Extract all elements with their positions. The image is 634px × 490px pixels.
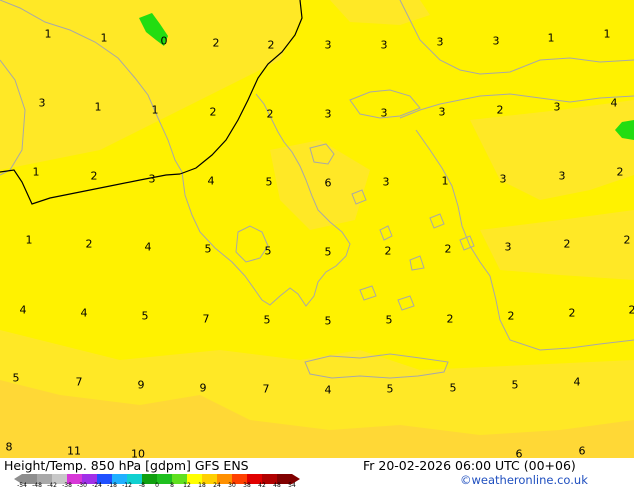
temperature-value: 2 (446, 312, 454, 326)
temperature-value: 3 (558, 169, 566, 183)
weather-map: 1102233331131122333234123456313321245552… (0, 0, 634, 458)
temperature-value: 2 (267, 38, 275, 52)
scale-tick-label: 18 (198, 482, 206, 489)
temperature-value: 3 (553, 100, 561, 114)
temperature-value: 1 (441, 174, 449, 188)
scale-tick-label: -42 (47, 482, 57, 489)
temperature-value: 5 (324, 245, 332, 259)
temperature-value: 4 (19, 303, 27, 317)
temperature-value: 7 (262, 382, 270, 396)
temperature-value: 1 (25, 233, 33, 247)
footer: Height/Temp. 850 hPa [gdpm] GFS ENS Fr 2… (0, 458, 634, 490)
temperature-value: 6 (324, 176, 332, 190)
temperature-value: 6 (578, 444, 586, 458)
temperature-value: 2 (444, 242, 452, 256)
temperature-value: 2 (209, 105, 217, 119)
temperature-value: 4 (573, 375, 581, 389)
temperature-value: 7 (202, 312, 210, 326)
map-canvas (0, 0, 634, 458)
temperature-value: 5 (141, 309, 149, 323)
temperature-value: 2 (563, 237, 571, 251)
temperature-value: 1 (94, 100, 102, 114)
temperature-value: 3 (438, 105, 446, 119)
scale-tick-label: 8 (170, 482, 174, 489)
product-title: Height/Temp. 850 hPa [gdpm] GFS ENS (4, 458, 249, 473)
temperature-value: 2 (85, 237, 93, 251)
temperature-value: 2 (384, 244, 392, 258)
temperature-value: 2 (90, 169, 98, 183)
temperature-value: 2 (568, 306, 576, 320)
temperature-value: 5 (264, 244, 272, 258)
scale-tick-label: 12 (183, 482, 191, 489)
temperature-value: 9 (137, 378, 145, 392)
temperature-value: 8 (5, 440, 13, 454)
temperature-value: 3 (436, 35, 444, 49)
temperature-value: 2 (496, 103, 504, 117)
valid-time: Fr 20-02-2026 06:00 UTC (00+06) (363, 458, 576, 473)
temperature-value: 4 (80, 306, 88, 320)
scale-tick-label: 24 (213, 482, 221, 489)
scale-tick-label: -48 (32, 482, 42, 489)
temperature-value: 2 (507, 309, 515, 323)
temperature-value: 3 (382, 175, 390, 189)
temperature-value: 1 (44, 27, 52, 41)
temperature-value: 1 (100, 31, 108, 45)
scale-tick-label: 30 (228, 482, 236, 489)
temperature-value: 4 (324, 383, 332, 397)
temperature-value: 5 (263, 313, 271, 327)
temperature-value: 4 (144, 240, 152, 254)
temperature-value: 3 (38, 96, 46, 110)
temperature-value: 3 (492, 34, 500, 48)
temperature-value: 3 (148, 172, 156, 186)
scale-tick-label: 48 (273, 482, 281, 489)
temperature-value: 3 (504, 240, 512, 254)
color-scale-ticks: -54 -48 -42 -38 -30 -24 -18 -12 -8 0 8 12 18 24 30 38 42… (0, 483, 320, 490)
credit-link[interactable]: ©weatheronline.co.uk (460, 474, 588, 487)
temperature-value: 7 (75, 375, 83, 389)
scale-tick-label: -24 (92, 482, 102, 489)
temperature-value: 2 (628, 303, 634, 317)
temperature-value: 4 (207, 174, 215, 188)
temperature-value: 6 (515, 447, 523, 459)
temperature-value: 3 (380, 106, 388, 120)
temperature-value: 9 (199, 381, 207, 395)
temperature-value: 2 (212, 36, 220, 50)
scale-tick-label: 42 (258, 482, 266, 489)
scale-tick-label: 54 (288, 482, 296, 489)
temperature-value: 1 (603, 27, 611, 41)
scale-tick-label: 0 (155, 482, 159, 489)
scale-tick-label: -54 (17, 482, 27, 489)
temperature-value: 5 (12, 371, 20, 385)
temperature-value: 3 (380, 38, 388, 52)
temperature-value: 0 (160, 34, 168, 48)
temperature-value: 2 (623, 233, 631, 247)
temperature-value: 1 (547, 31, 555, 45)
scale-tick-label: -30 (77, 482, 87, 489)
temperature-value: 5 (204, 242, 212, 256)
temperature-value: 11 (67, 444, 81, 458)
temperature-value: 3 (324, 107, 332, 121)
scale-tick-label: -8 (139, 482, 145, 489)
temperature-value: 1 (32, 165, 40, 179)
temperature-value: 2 (266, 107, 274, 121)
temperature-value: 10 (131, 447, 145, 459)
scale-tick-label: -18 (107, 482, 117, 489)
temperature-value: 1 (151, 103, 159, 117)
temperature-value: 3 (499, 172, 507, 186)
temperature-value: 5 (265, 175, 273, 189)
temperature-value: 3 (324, 38, 332, 52)
temperature-value: 5 (385, 313, 393, 327)
temperature-value: 5 (324, 314, 332, 328)
scale-tick-label: -12 (122, 482, 132, 489)
temperature-value: 5 (511, 378, 519, 392)
temperature-value: 4 (610, 96, 618, 110)
scale-tick-label: -38 (62, 482, 72, 489)
temperature-value: 5 (449, 381, 457, 395)
temperature-value: 2 (616, 165, 624, 179)
scale-tick-label: 38 (243, 482, 251, 489)
temperature-value: 5 (386, 382, 394, 396)
